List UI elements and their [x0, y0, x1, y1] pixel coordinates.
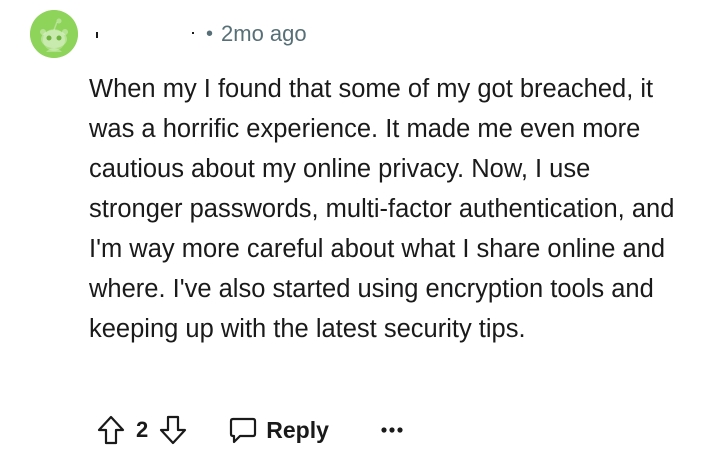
- reply-label: Reply: [266, 416, 329, 443]
- comment-actions: 2 Reply: [94, 410, 407, 450]
- comment-body: When my I found that some of my got brea…: [89, 75, 675, 343]
- author-name[interactable]: [92, 22, 200, 46]
- comment-bubble-icon: [230, 417, 257, 444]
- upvote-arrow-icon: [97, 415, 125, 445]
- comment: • 2mo ago When my I found that some of m…: [0, 0, 720, 464]
- ellipsis-icon: [381, 427, 403, 433]
- timestamp[interactable]: 2mo ago: [221, 21, 307, 47]
- user-avatar[interactable]: [30, 10, 78, 58]
- reply-button[interactable]: Reply: [228, 415, 329, 445]
- upvote-button[interactable]: [94, 410, 128, 450]
- comment-meta: • 2mo ago: [92, 18, 307, 50]
- more-options-button[interactable]: [377, 410, 407, 450]
- meta-separator: •: [206, 22, 214, 45]
- downvote-button[interactable]: [156, 410, 190, 450]
- vote-score: 2: [136, 417, 149, 442]
- snoo-icon: [30, 10, 78, 58]
- downvote-arrow-icon: [160, 415, 187, 445]
